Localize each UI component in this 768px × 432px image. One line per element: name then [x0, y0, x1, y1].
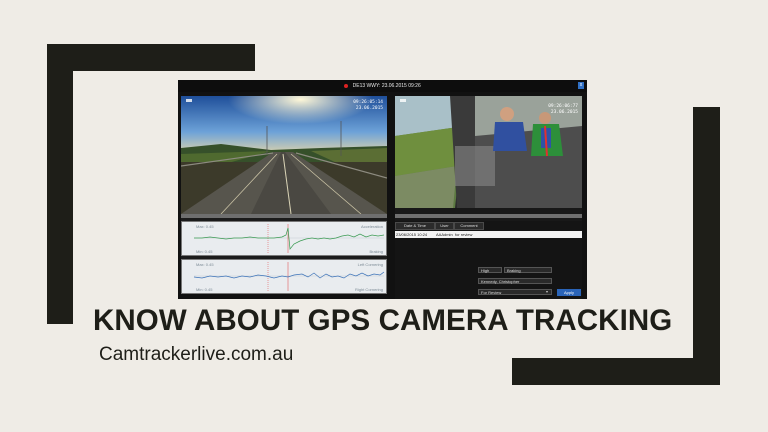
cabin-camera-panel: 09:26:06:77 23.06.2015 [395, 96, 582, 226]
camera1-timestamp: 09:26:05:14 23.06.2015 [353, 100, 383, 112]
apply-button[interactable]: Apply [557, 289, 581, 296]
player-titlebar: DE13 WWY: 23.06.2015 09:26 x [178, 80, 587, 92]
camera2-date: 23.06.2015 [550, 110, 578, 115]
column-header-comment[interactable]: Comment [454, 222, 484, 230]
table-row[interactable]: 23/06/2015 10:24 AAAdmin for review [395, 231, 582, 238]
dashcam-player-screenshot: DE13 WWY: 23.06.2015 09:26 x 09:26:05:14… [178, 80, 587, 299]
chart2-plot [193, 262, 385, 291]
camera1-scrollbar[interactable] [181, 214, 387, 218]
driver-field[interactable]: Kennedy, Christopher [478, 278, 552, 284]
road-scene-image [181, 96, 387, 214]
cell-date-time: 23/06/2015 10:24 [396, 232, 428, 237]
acceleration-chart: Max: 0.45 Acceleration Min: 0.45 Braking [181, 221, 387, 256]
cell-user: AAAdmin [436, 232, 453, 237]
camera2-scrollbar[interactable] [395, 214, 582, 218]
camera1-date: 23.06.2015 [355, 106, 383, 111]
record-icon [344, 83, 349, 88]
cabin-camera-feed[interactable]: 09:26:06:77 23.06.2015 [395, 96, 582, 208]
road-camera-panel: 09:26:05:14 23.06.2015 Max: 0.45 Acceler… [181, 96, 387, 294]
event-fields: High Braking Kennedy, Christopher For Re… [478, 267, 582, 297]
decor-frame-bottom-right-vertical [693, 107, 720, 385]
camera2-timestamp: 09:26:06:77 23.06.2015 [548, 104, 578, 116]
severity-field[interactable]: High [478, 267, 502, 273]
close-button[interactable]: x [578, 82, 584, 89]
decor-frame-bottom-right-horizontal [512, 358, 720, 385]
column-header-date-time[interactable]: Date & Time [395, 222, 435, 230]
cornering-chart: Max: 0.45 Left Cornering Min: 0.45 Right… [181, 259, 387, 294]
slide-headline: KNOW ABOUT GPS CAMERA TRACKING [93, 304, 673, 337]
event-type-field[interactable]: Braking [504, 267, 552, 273]
decor-frame-top-left-vertical [47, 44, 73, 324]
player-title: DE13 WWY: 23.06.2015 09:26 [352, 83, 421, 89]
chevron-down-icon: ▾ [546, 289, 549, 294]
cell-comment: for review [455, 232, 473, 237]
status-dropdown[interactable]: For Review [478, 289, 552, 295]
slide-subtitle: Camtrackerlive.com.au [99, 344, 294, 365]
road-camera-feed[interactable]: 09:26:05:14 23.06.2015 [181, 96, 387, 214]
chart1-plot [194, 224, 385, 253]
column-header-user[interactable]: User [435, 222, 454, 230]
decor-frame-top-left-horizontal [47, 44, 255, 71]
